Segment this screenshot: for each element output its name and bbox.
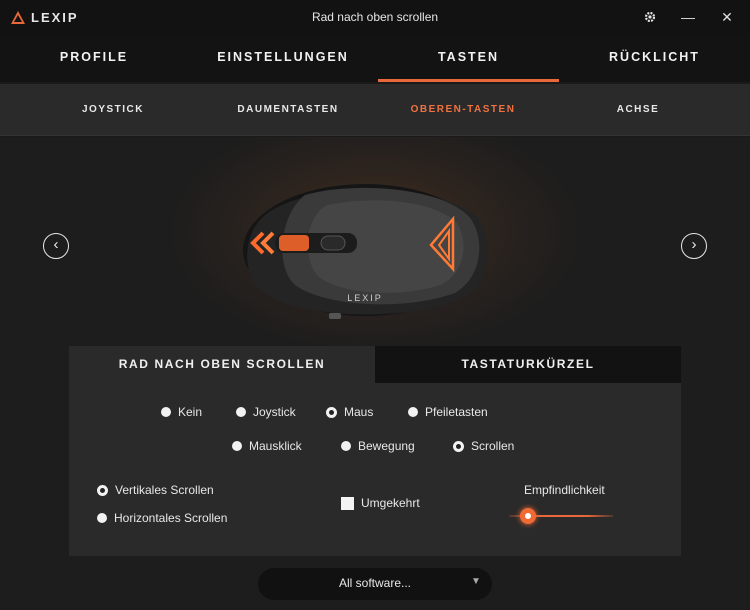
option-maus[interactable]: Maus [326,405,373,419]
mouse-illustration: LEXIP [243,184,488,319]
tab-ruecklicht[interactable]: RÜCKLICHT [559,34,750,82]
window-title: Rad nach oben scrollen [311,10,439,24]
settings-button[interactable] [639,7,661,27]
title-bar: LEXIP Rad nach oben scrollen — ✕ [0,0,750,34]
option-label: Pfeiletasten [425,405,488,419]
option-mausklick[interactable]: Mausklick [232,439,302,453]
subtab-achse[interactable]: ACHSE [576,84,700,136]
radio-pfeiletasten[interactable] [408,407,418,417]
minimize-button[interactable]: — [677,7,699,27]
radio-joystick[interactable] [236,407,246,417]
option-label: Mausklick [249,439,302,453]
option-label: Vertikales Scrollen [115,483,214,497]
option-scrollen[interactable]: Scrollen [453,439,514,453]
tab-tasten[interactable]: TASTEN [378,34,559,82]
option-label: Joystick [253,405,296,419]
option-label: Kein [178,405,203,419]
option-label: Umgekehrt [361,496,420,510]
tab-tastaturkuerzel[interactable]: TASTATURKÜRZEL [375,346,681,383]
option-pfeiletasten[interactable]: Pfeiletasten [408,405,488,419]
tab-rad-nach-oben-scrollen[interactable]: RAD NACH OBEN SCROLLEN [69,346,375,383]
close-button[interactable]: ✕ [716,7,738,27]
radio-scrollen[interactable] [453,440,464,452]
option-label: Maus [344,405,374,419]
option-bewegung[interactable]: Bewegung [341,439,415,453]
option-joystick[interactable]: Joystick [236,405,296,419]
previous-button[interactable]: ‹ [43,233,69,259]
radio-maus[interactable] [326,406,337,418]
slider-thumb[interactable] [519,508,536,524]
checkbox-umgekehrt[interactable] [341,496,354,510]
option-label: Bewegung [358,439,415,453]
chevron-down-icon: ▼ [471,576,481,587]
mouse-brand-text: LEXIP [347,293,383,303]
sub-tabs: JOYSTICK DAUMENTASTEN OBEREN-TASTEN ACHS… [0,84,750,136]
subtab-joystick[interactable]: JOYSTICK [48,84,178,136]
radio-vertikales-scrollen[interactable] [97,484,108,496]
option-vertikales-scrollen[interactable]: Vertikales Scrollen [97,483,214,497]
subtab-oberen-tasten[interactable]: OBEREN-TASTEN [396,84,530,136]
option-label: Scrollen [471,439,515,453]
option-umgekehrt[interactable]: Umgekehrt [341,496,420,510]
sensitivity-label: Empfindlichkeit [524,483,605,497]
gear-icon [644,11,656,23]
tab-profile[interactable]: PROFILE [0,34,188,82]
tab-einstellungen[interactable]: EINSTELLUNGEN [188,34,378,82]
option-kein[interactable]: Kein [161,405,202,419]
sensitivity-slider[interactable] [509,508,613,524]
main-tabs: PROFILE EINSTELLUNGEN TASTEN RÜCKLICHT [0,34,750,82]
option-label: Horizontales Scrollen [114,511,228,525]
software-select-value: All software... [338,576,412,590]
radio-horizontales-scrollen[interactable] [97,513,107,523]
radio-kein[interactable] [161,407,171,417]
radio-bewegung[interactable] [341,441,351,451]
next-button[interactable]: › [681,233,707,259]
subtab-daumentasten[interactable]: DAUMENTASTEN [220,84,356,136]
option-horizontales-scrollen[interactable]: Horizontales Scrollen [97,511,227,525]
radio-mausklick[interactable] [232,441,242,451]
software-select[interactable]: All software... ▼ [258,568,492,600]
settings-panel: RAD NACH OBEN SCROLLEN TASTATURKÜRZEL Ke… [69,346,681,556]
